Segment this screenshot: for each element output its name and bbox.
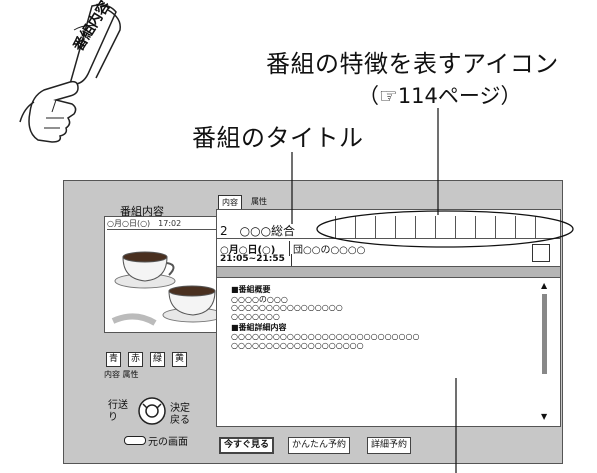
scrollbar-thumb[interactable]: [542, 294, 547, 374]
description-panel: ■番組概要 ○○○○の○○○ ○○○○○○○○○○○○○○○○ ○○○○○○○ …: [216, 277, 561, 427]
program-header: 2 ○○○総合 ○月○日(○) 団○○の○○○○ 21:05~21:55: [216, 209, 561, 267]
separator-band: [216, 267, 561, 277]
oval-button-icon: [124, 436, 146, 445]
status-box: [532, 244, 550, 262]
icon-caption: 番組の特徴を表すアイコン: [266, 50, 559, 78]
action-bar: 今すぐ見る かんたん予約 詳細予約: [219, 437, 549, 455]
nav-back-label: 戻る: [170, 415, 190, 426]
yellow-button[interactable]: 黄: [172, 352, 187, 367]
program-time-divider: [291, 254, 292, 266]
detail-line: ○○○○○○○○○○○○○○○○○○○: [231, 341, 364, 350]
green-button[interactable]: 緑: [150, 352, 165, 367]
scroll-up-icon[interactable]: ▲: [541, 281, 547, 290]
color-buttons: 青 赤 緑 黄: [106, 352, 196, 370]
nav-left-label: 行送り: [108, 400, 128, 423]
scrollbar[interactable]: ▲ ▼: [539, 281, 551, 424]
detail-reserve-button[interactable]: 詳細予約: [367, 437, 412, 454]
return-label: 元の画面: [148, 437, 188, 448]
easy-reserve-button[interactable]: かんたん予約: [288, 437, 351, 454]
preview-date-time: ○月○日(○) 17:02: [107, 218, 226, 230]
badge: 番組内容: [12, 0, 132, 150]
tv-screen: 番組内容 ○月○日(○) 17:02 青 赤 緑 黄 内容 属性 行送り 決定 …: [63, 180, 563, 464]
page-reference: （☞114ページ）: [358, 84, 522, 108]
summary-line: ○○○○○○○: [231, 312, 280, 321]
tab-attributes[interactable]: 属性: [248, 195, 270, 208]
header-divider: [217, 238, 560, 239]
hand-pointer-icon: [19, 4, 121, 143]
manual-illustration: 番組内容 番組の特徴を表すアイコン （☞114ページ） 番組のタイトル 番組内容…: [0, 0, 597, 473]
preview-window: ○月○日(○) 17:02: [104, 216, 231, 333]
channel-label: 2 ○○○総合: [220, 224, 296, 238]
program-time: 21:05~21:55: [220, 254, 285, 264]
detail-line: ○○○○○○○○○○○○○○○○○○○○○○○○○○○: [231, 332, 420, 341]
blue-button[interactable]: 青: [106, 352, 121, 367]
summary-line: ○○○○○○○○○○○○○○○○: [231, 303, 343, 312]
scroll-down-icon[interactable]: ▼: [541, 412, 547, 421]
program-genre: 団○○の○○○○: [289, 241, 365, 256]
red-button[interactable]: 赤: [128, 352, 143, 367]
title-caption: 番組のタイトル: [192, 124, 364, 152]
tab-content[interactable]: 内容: [218, 195, 242, 210]
coffee-cups-image: [111, 251, 224, 326]
dial-icon: [138, 397, 166, 425]
watch-now-button[interactable]: 今すぐ見る: [219, 437, 275, 454]
color-button-captions: 内容 属性: [104, 370, 139, 379]
program-icons-strip: [335, 216, 558, 238]
